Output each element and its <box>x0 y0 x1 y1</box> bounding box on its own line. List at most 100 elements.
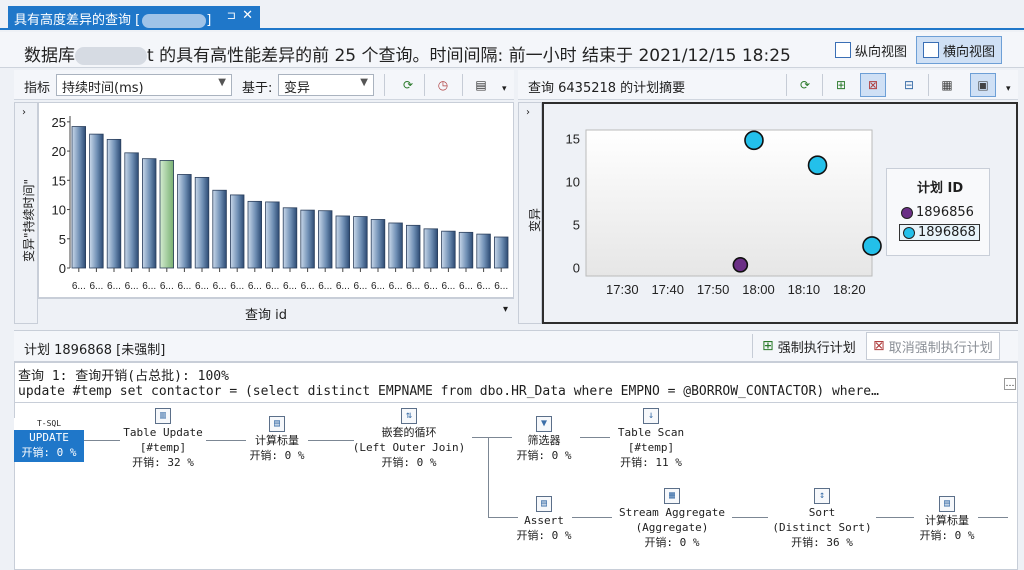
grid-view-button[interactable]: ▦ <box>934 73 960 97</box>
node-cost: 开销: 11 % <box>620 456 682 469</box>
bar-x-tick-label: 6... <box>494 281 508 292</box>
node-name: 计算标量 <box>925 514 969 527</box>
scatter-x-tick-label: 17:50 <box>697 282 730 297</box>
bar-x-tick-label: 6... <box>477 281 491 292</box>
report-title: 数据库 t 的具有高性能差异的前 25 个查询。时间间隔: 前一小时 结束于 20… <box>24 41 791 66</box>
plan-node-filter[interactable]: ▼ 筛选器 开销: 0 % <box>508 416 580 463</box>
document-tab[interactable]: 具有高度差异的查询 [] ⊐ ✕ <box>8 6 260 30</box>
bar-chart-xlabel: 查询 id <box>245 308 287 323</box>
toolbar-separator <box>786 74 787 96</box>
bar <box>247 200 263 269</box>
bar-x-tick-label: 6... <box>125 281 139 292</box>
horizontal-view-button[interactable]: 横向视图 <box>916 36 1003 64</box>
bar <box>353 216 368 269</box>
scatter-y-tick-label: 0 <box>573 260 580 275</box>
plan-query-text: update #temp set contactor = (select dis… <box>18 384 879 399</box>
configure-button[interactable]: ◷ <box>430 73 456 97</box>
bar <box>106 138 122 269</box>
node-name: Assert <box>524 514 564 527</box>
scatter-point <box>862 236 882 256</box>
plan-connector <box>488 437 489 517</box>
bar <box>194 176 210 269</box>
refresh-button[interactable]: ⟳ <box>395 73 421 97</box>
bar <box>159 160 175 269</box>
bar-x-tick-label: 6... <box>336 281 350 292</box>
chevron-down-icon: ▼ <box>218 77 226 88</box>
legend-item[interactable]: 1896856 <box>901 205 974 220</box>
plan-node-nested-loops[interactable]: ⇅ 嵌套的循环 (Left Outer Join) 开销: 0 % <box>344 408 474 470</box>
bar <box>405 224 421 269</box>
plan-legend: 计划 ID 1896856 1896868 <box>886 168 990 256</box>
query-icon: ▤ <box>475 78 487 92</box>
plan-node-compute-scalar[interactable]: ▤ 计算标量 开销: 0 % <box>240 416 314 463</box>
redaction-blur <box>75 47 147 65</box>
compare-icon: ⊟ <box>903 78 915 92</box>
overflow-icon[interactable]: ▾ <box>1006 84 1011 94</box>
node-cost: 开销: 0 % <box>644 536 700 549</box>
node-name: Sort <box>808 506 836 519</box>
vertical-view-icon <box>835 42 851 58</box>
plan-connector <box>84 440 120 441</box>
plan-node-update[interactable]: T-SQL UPDATE 开销: 0 % <box>14 418 84 462</box>
legend-item-selected[interactable]: 1896868 <box>899 224 980 241</box>
bar <box>282 207 298 269</box>
unforce-plan-icon: ⊠ <box>867 78 879 92</box>
refresh-icon: ⟳ <box>402 78 414 92</box>
overflow-icon[interactable]: ▾ <box>502 84 507 94</box>
bar <box>370 219 386 269</box>
bar-x-tick-label: 6... <box>406 281 420 292</box>
plan-node-table-update[interactable]: ▥ Table Update [#temp] 开销: 32 % <box>116 408 210 470</box>
track-query-button[interactable]: ▤ <box>468 73 494 97</box>
metric-select[interactable]: 持续时间(ms) ▼ <box>56 74 232 96</box>
plan-node-assert[interactable]: ▤ Assert 开销: 0 % <box>508 496 580 543</box>
unforce-plan-tool-button[interactable]: ⊠ <box>860 73 886 97</box>
node-name: 筛选器 <box>527 434 561 447</box>
plan-node-compute-scalar-2[interactable]: ▤ 计算标量 开销: 0 % <box>910 496 984 543</box>
bar-chart-footer[interactable]: 查询 id ▾ <box>38 298 514 324</box>
based-on-value: 变异 <box>284 81 311 96</box>
force-plan-button[interactable]: ⊞ 强制执行计划 <box>755 332 863 360</box>
close-icon[interactable]: ✕ <box>242 8 253 23</box>
compare-plans-button[interactable]: ⊟ <box>896 73 922 97</box>
bar-x-tick-label: 6... <box>142 281 156 292</box>
pin-icon[interactable]: ⊐ <box>227 9 236 22</box>
bar <box>177 174 192 269</box>
stream-aggregate-icon: ▦ <box>664 488 680 504</box>
bar-x-tick-label: 6... <box>459 281 473 292</box>
toolbar-separator <box>822 74 823 96</box>
vertical-view-button[interactable]: 纵向视图 <box>828 36 914 64</box>
expand-icon[interactable]: … <box>1004 378 1016 390</box>
force-plan-icon: ⊞ <box>835 78 847 92</box>
divider <box>14 402 1018 403</box>
table-scan-icon: ↓ <box>643 408 659 424</box>
force-plan-tool-button[interactable]: ⊞ <box>828 73 854 97</box>
metric-value: 持续时间(ms) <box>62 81 144 96</box>
chevron-down-icon: ▼ <box>360 77 368 88</box>
scatter-y-tick-label: 10 <box>566 175 580 190</box>
horizontal-view-label: 横向视图 <box>943 44 996 60</box>
node-subtitle: (Distinct Sort) <box>772 521 872 534</box>
node-cost: 开销: 0 % <box>381 456 437 469</box>
bar-x-tick-label: 6... <box>89 281 103 292</box>
bar-x-tick-label: 6... <box>213 281 227 292</box>
chevron-right-icon: › <box>526 107 530 118</box>
bar <box>124 152 139 269</box>
plan-node-table-scan[interactable]: ↓ Table Scan [#temp] 开销: 11 % <box>606 408 696 470</box>
summary-title: 查询 6435218 的计划摘要 <box>528 81 686 96</box>
toolbar-separator <box>752 334 753 358</box>
based-on-select[interactable]: 变异 ▼ <box>278 74 374 96</box>
redaction-blur <box>142 13 207 28</box>
chart-view-button[interactable]: ▣ <box>970 73 996 97</box>
node-cost: 开销: 0 % <box>919 529 975 542</box>
plan-node-sort[interactable]: ↕ Sort (Distinct Sort) 开销: 36 % <box>764 488 880 550</box>
unforce-plan-button[interactable]: ⊠ 取消强制执行计划 <box>866 332 1000 360</box>
bar <box>89 133 104 269</box>
plan-query-cost: 查询 1: 查询开销(占总批): 100% <box>18 369 229 384</box>
scatter-x-tick-label: 18:00 <box>742 282 775 297</box>
refresh-summary-button[interactable]: ⟳ <box>792 73 818 97</box>
plan-node-stream-aggregate[interactable]: ▦ Stream Aggregate (Aggregate) 开销: 0 % <box>610 488 734 550</box>
bar-x-tick-label: 6... <box>177 281 191 292</box>
toolbar-separator <box>384 74 385 96</box>
bar <box>493 236 509 269</box>
bar-x-tick-label: 6... <box>424 281 438 292</box>
